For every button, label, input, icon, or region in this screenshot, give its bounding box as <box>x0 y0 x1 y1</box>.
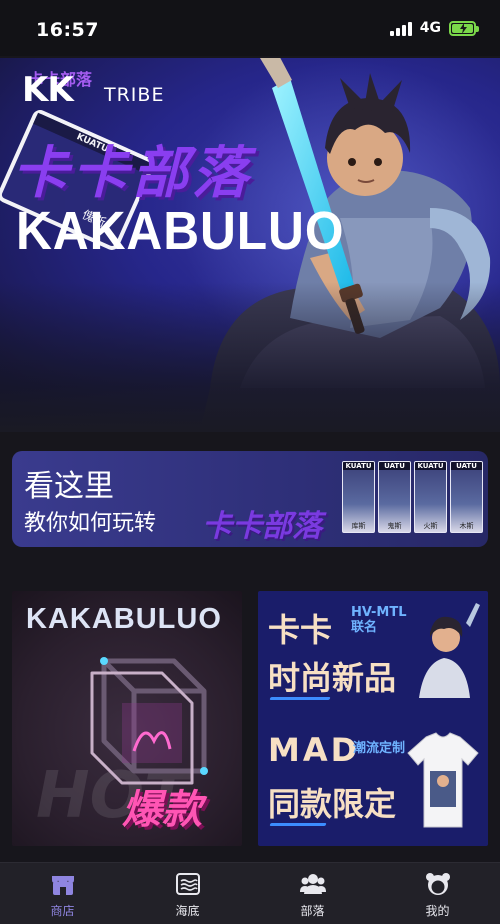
nav-label: 海底 <box>175 904 200 918</box>
status-indicators: 4G <box>389 20 479 36</box>
logo-kk: KK <box>22 70 74 110</box>
nav-label: 我的 <box>425 904 450 918</box>
mini-card: KUATU 库斯 <box>342 461 375 533</box>
bottom-navigation: 商店 海底 部落 我的 <box>0 862 500 924</box>
collab-tag: HV-MTL 联名 <box>351 605 406 635</box>
mini-card-label: KUATU <box>415 462 446 470</box>
mini-card-label: UATU <box>451 462 482 470</box>
tutorial-banner[interactable]: 看这里 教你如何玩转 卡卡部落 KUATU 库斯 UATU 鬼斯 KUATU 火… <box>12 451 488 547</box>
collab-line-1: 卡卡 <box>268 611 333 649</box>
banner-chinese-title: 卡卡部落 <box>12 141 252 206</box>
hero-banner[interactable]: KUATU 傀斯 卡卡部落 KK TRIBE 卡卡部落 KAKABULUO <box>0 58 500 432</box>
tutorial-card-stack: KUATU 库斯 UATU 鬼斯 KUATU 火斯 UATU 木斯 <box>342 457 486 541</box>
shop-icon <box>51 876 74 895</box>
product-title: KAKABULUO <box>26 603 222 635</box>
nav-label: 商店 <box>50 904 75 918</box>
banner-fog-overlay <box>0 282 500 432</box>
mini-card-name: 木斯 <box>459 522 474 530</box>
underline-decoration <box>269 697 331 700</box>
product-card-collab[interactable]: 卡卡 HV-MTL 联名 时尚新品 MAD 潮流定制 同款限定 <box>258 591 488 846</box>
collab-tag-brand: HV-MTL 联名 <box>351 605 407 635</box>
custom-tag: 潮流定制 <box>353 741 406 756</box>
nav-item-sea[interactable]: 海底 <box>125 863 250 924</box>
signal-icon <box>389 20 412 36</box>
tshirt-product-icon <box>407 732 479 828</box>
nav-label: 部落 <box>300 904 325 918</box>
app-screen: 16:57 4G KUATU 傀斯 卡卡部落 KK TRIBE 卡卡部落 KAK… <box>0 0 500 924</box>
tutorial-heading: 看这里 <box>24 469 114 504</box>
collab-line-3: MAD <box>268 731 361 769</box>
underline-decoration <box>269 823 327 826</box>
mini-card: UATU 木斯 <box>450 461 483 533</box>
hot-sale-badge: 爆款 <box>122 787 202 833</box>
mini-card: UATU 鬼斯 <box>378 461 411 533</box>
tutorial-brand: 卡卡部落 <box>202 509 322 544</box>
tribe-icon <box>299 874 326 894</box>
mini-card-label: KUATU <box>343 462 374 470</box>
nav-item-profile[interactable]: 我的 <box>375 863 500 924</box>
product-card-hot[interactable]: HOT KAKABULUO 爆款 <box>12 591 242 846</box>
tutorial-subheading: 教你如何玩转 <box>24 511 157 536</box>
banner-english-title: KAKABULUO <box>16 201 345 261</box>
collab-line-4: 同款限定 <box>268 785 397 823</box>
collab-line-2: 时尚新品 <box>268 659 397 697</box>
nav-item-shop[interactable]: 商店 <box>0 863 125 924</box>
mini-card-name: 火斯 <box>423 522 438 530</box>
nav-item-tribe[interactable]: 部落 <box>250 863 375 924</box>
logo-tribe: TRIBE <box>104 84 165 106</box>
sea-icon <box>175 873 200 895</box>
battery-icon <box>449 20 479 36</box>
profile-icon <box>425 873 450 895</box>
status-time: 16:57 <box>36 19 99 41</box>
mini-card-name: 库斯 <box>351 522 366 530</box>
status-bar: 16:57 4G <box>0 0 500 56</box>
character-figure-illustration <box>419 603 480 698</box>
mini-card-label: UATU <box>379 462 410 470</box>
mini-card: KUATU 火斯 <box>414 461 447 533</box>
mini-card-name: 鬼斯 <box>387 522 402 530</box>
network-type: 4G <box>419 20 441 36</box>
neon-cube-illustration <box>90 657 208 785</box>
